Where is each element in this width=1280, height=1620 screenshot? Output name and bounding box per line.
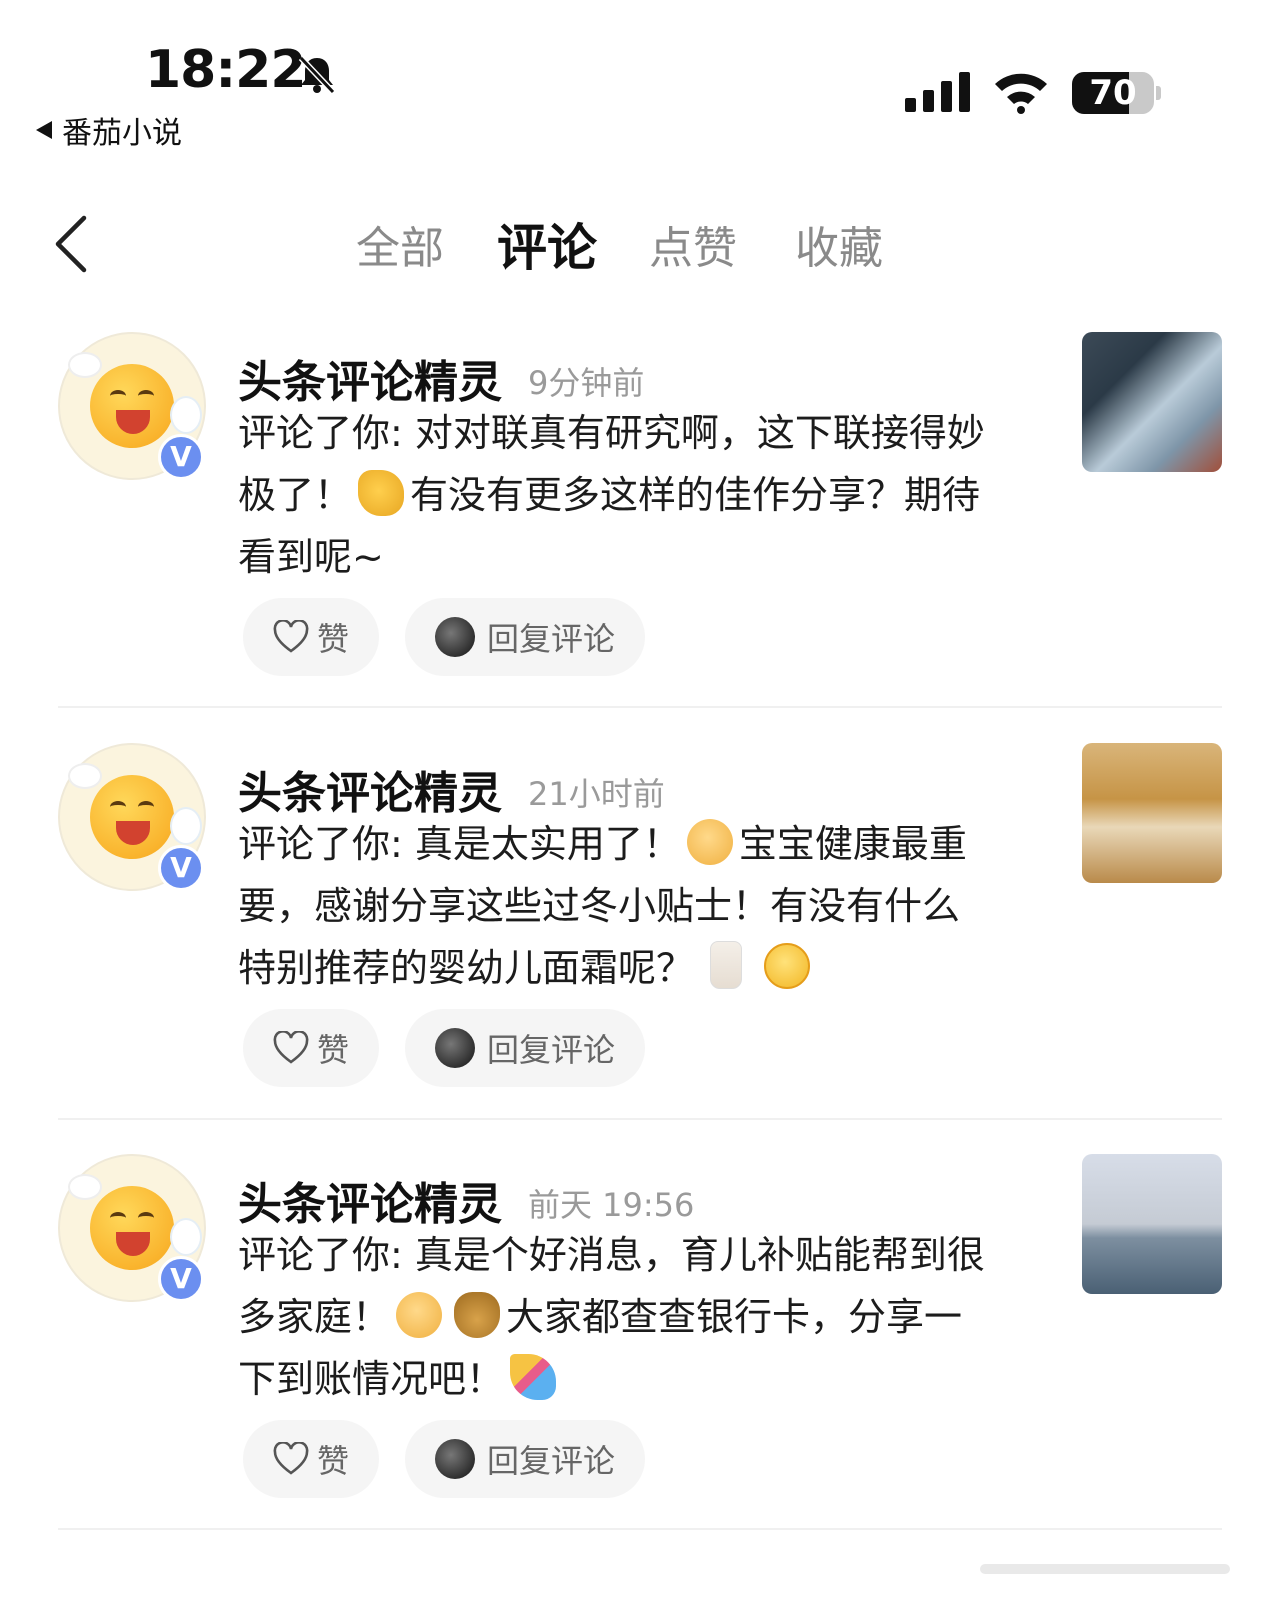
like-label: 赞 [316,1031,349,1069]
eye [138,390,154,402]
wifi-icon [995,73,1047,114]
verified-badge-icon: V [158,845,204,891]
like-button[interactable]: 赞 [243,598,379,676]
eye [138,1212,154,1224]
reply-comment-button[interactable]: 回复评论 [405,1420,645,1498]
cellular-signal-icon [905,72,970,112]
user-avatar [434,1439,475,1479]
tab-favorites[interactable]: 收藏 [795,212,883,276]
comment-line: 特别推荐的婴幼儿面霜呢？ [238,946,695,990]
comment-time: 21小时前 [528,775,665,813]
comment-text[interactable]: 评论了你: 真是个好消息，育儿补贴能帮到很 多家庭！ 大家都查查银行卡，分享一 下… [238,1224,1028,1410]
comment-line: 宝宝健康最重 [738,822,967,866]
mouth [116,1232,150,1256]
bell-slash-icon [298,55,336,95]
divider [58,1528,1222,1530]
battery-nub [1156,86,1161,100]
comment-line: 极了！ [238,473,353,517]
post-thumbnail[interactable] [1082,1154,1222,1294]
heart-icon [273,620,309,653]
comment-line: 要，感谢分享这些过冬小贴士！有没有什么 [238,884,961,928]
heart-icon [273,1442,309,1475]
back-to-app-link[interactable]: 番茄小说 [36,108,182,152]
battery-body: 70 [1072,72,1154,114]
reply-label: 回复评论 [486,1442,615,1480]
smiling-face-emoji-icon [764,943,811,989]
tab-bar: 全部 评论 点赞 收藏 [0,212,1280,282]
comment-line: 多家庭！ [238,1295,391,1339]
comment-line: 有没有更多这样的佳作分享？期待 [410,473,981,517]
battery-percent: 70 [1089,73,1137,113]
baby-emoji-icon [396,1292,443,1338]
post-thumbnail[interactable] [1082,332,1222,472]
mascot-face [90,364,174,448]
clock: 18:22 [145,40,307,100]
comment-time: 9分钟前 [528,364,645,402]
like-label: 赞 [316,620,349,658]
lotion-bottle-emoji-icon [710,941,743,989]
wing-left [68,763,102,789]
battery-indicator: 70 [1072,72,1161,114]
baby-emoji-icon [686,819,733,865]
party-popper-emoji-icon [510,1354,557,1400]
heart-icon [273,1031,309,1064]
verified-badge-icon: V [158,434,204,480]
wing-left [68,1174,102,1200]
mouth [116,410,150,434]
home-indicator [980,1564,1230,1574]
comment-line: 下到账情况吧！ [238,1357,505,1401]
comment-line: 大家都查查银行卡，分享一 [506,1295,963,1339]
tab-comments[interactable]: 评论 [497,208,597,280]
wing-right [170,1218,202,1256]
user-avatar [434,617,475,657]
status-bar: 18:22 番茄小说 70 [0,0,1280,152]
mascot-face [90,1186,174,1270]
comment-time: 前天 19:56 [528,1186,695,1224]
comment-text[interactable]: 评论了你: 对对联真有研究啊，这下联接得妙 极了！ 有没有更多这样的佳作分享？期待… [238,402,1028,588]
eye [138,801,154,813]
eye [110,390,126,402]
commenter-name[interactable]: 头条评论精灵 [238,346,502,410]
tab-all[interactable]: 全部 [356,212,444,276]
divider [58,706,1222,708]
comment-line: 评论了你: 真是太实用了！ [238,822,681,866]
money-bag-emoji-icon [454,1292,501,1338]
comment-line: 看到呢~ [238,535,384,579]
divider [58,1118,1222,1120]
tab-likes[interactable]: 点赞 [649,212,737,276]
comment-line: 评论了你: 真是个好消息，育儿补贴能帮到很 [238,1233,985,1277]
reply-comment-button[interactable]: 回复评论 [405,1009,645,1087]
user-avatar [434,1028,475,1068]
like-button[interactable]: 赞 [243,1420,379,1498]
post-thumbnail[interactable] [1082,743,1222,883]
mouth [116,821,150,845]
verified-badge-icon: V [158,1256,204,1302]
like-label: 赞 [316,1442,349,1480]
mascot-face [90,775,174,859]
commenter-name[interactable]: 头条评论精灵 [238,757,502,821]
eye [110,801,126,813]
eye [110,1212,126,1224]
like-button[interactable]: 赞 [243,1009,379,1087]
reply-comment-button[interactable]: 回复评论 [405,598,645,676]
reply-label: 回复评论 [486,1031,615,1069]
back-app-label: 番茄小说 [62,116,182,151]
wing-right [170,396,202,434]
comment-text[interactable]: 评论了你: 真是太实用了！ 宝宝健康最重 要，感谢分享这些过冬小贴士！有没有什么 … [238,813,1028,999]
comment-line: 评论了你: 对对联真有研究啊，这下联接得妙 [238,411,985,455]
back-triangle-icon [36,121,52,139]
wing-right [170,807,202,845]
reply-label: 回复评论 [486,620,615,658]
wing-left [68,352,102,378]
clapping-hands-emoji-icon [358,470,405,516]
commenter-name[interactable]: 头条评论精灵 [238,1168,502,1232]
